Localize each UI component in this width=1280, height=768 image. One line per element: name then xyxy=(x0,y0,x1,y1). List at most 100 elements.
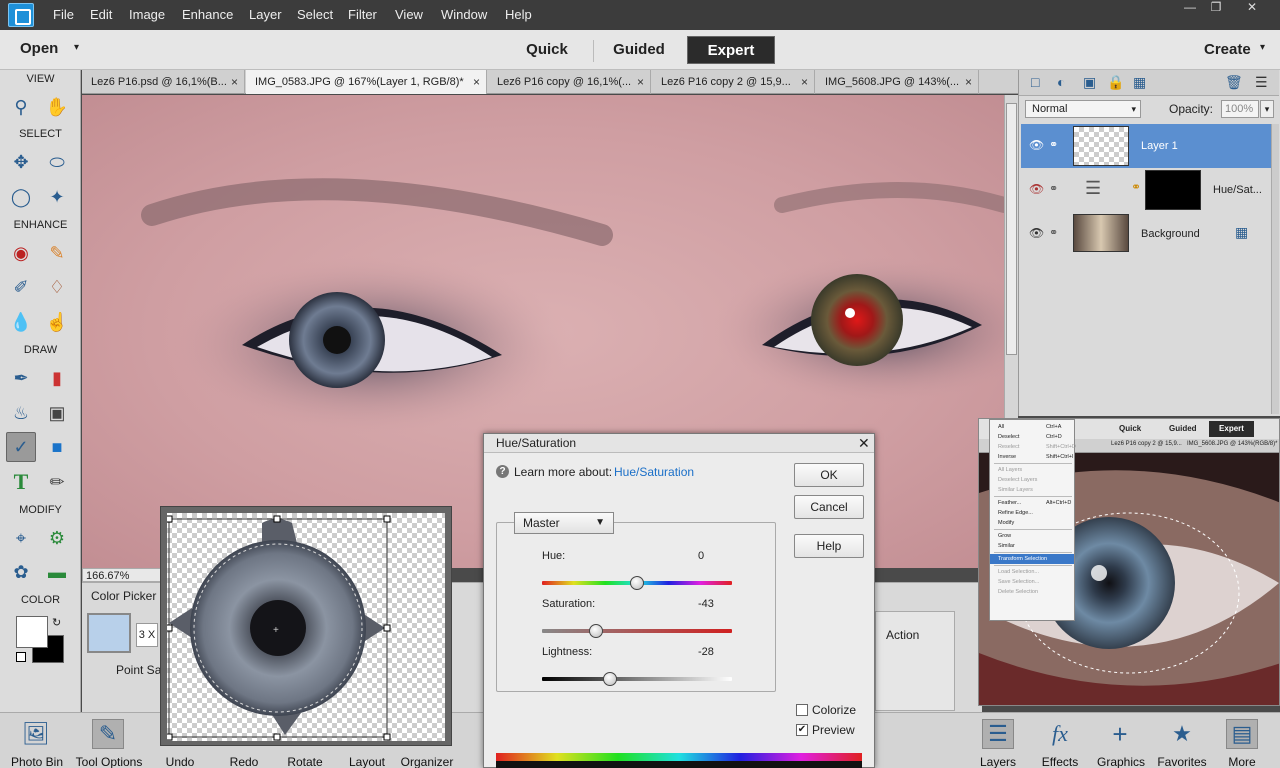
menu-layer[interactable]: Layer xyxy=(249,7,282,22)
lasso-tool-icon[interactable]: ◯ xyxy=(6,182,36,212)
marquee-tool-icon[interactable]: ⬭ xyxy=(42,147,72,177)
tool-options-icon[interactable]: ✎ xyxy=(92,719,124,749)
visibility-eye-icon[interactable]: 👁 xyxy=(1029,226,1044,240)
paint-bucket-icon[interactable]: ♨ xyxy=(6,398,36,428)
favorites-icon[interactable]: ★ xyxy=(1166,719,1198,749)
lightness-slider-track[interactable] xyxy=(542,677,732,681)
select-menu-item[interactable]: Grow xyxy=(990,531,1074,541)
link-icon[interactable]: ⚭ xyxy=(1049,226,1058,239)
doc-tab[interactable]: Lez6 P16 copy 2 @ 15,9... × xyxy=(652,70,815,94)
layout-button[interactable]: Layout xyxy=(345,755,389,768)
blend-mode-select[interactable]: Normal ▾ xyxy=(1025,100,1141,118)
select-menu-item[interactable]: Load Selection... xyxy=(990,567,1074,577)
tab-quick[interactable]: Quick xyxy=(514,36,580,64)
menu-image[interactable]: Image xyxy=(129,7,165,22)
layer-mask-icon[interactable]: ▣ xyxy=(1083,74,1096,91)
tab-expert[interactable]: Expert xyxy=(687,36,775,64)
graphics-icon[interactable]: + xyxy=(1104,719,1136,749)
menu-enhance[interactable]: Enhance xyxy=(182,7,233,22)
preview-checkbox[interactable]: ✔ xyxy=(796,724,808,736)
layers-icon[interactable]: ☰ xyxy=(982,719,1014,749)
select-menu-item[interactable]: Transform Selection xyxy=(990,554,1074,564)
eyedropper-tool-icon[interactable]: ✓ xyxy=(6,432,36,462)
swap-colors-icon[interactable]: ↻ xyxy=(52,616,61,629)
undo-button[interactable]: Undo xyxy=(160,755,200,768)
brush-tool-icon[interactable]: ✒ xyxy=(6,363,36,393)
pencil-tool-icon[interactable]: ✏ xyxy=(42,467,72,497)
type-tool-icon[interactable]: T xyxy=(6,467,36,497)
graphics-button[interactable]: Graphics xyxy=(1094,755,1148,768)
shape-tool-icon[interactable]: ■ xyxy=(42,432,72,462)
select-menu-item[interactable]: Save Selection... xyxy=(990,577,1074,587)
sample-size-field[interactable]: 3 X xyxy=(136,623,158,647)
select-menu-item[interactable]: Similar Layers xyxy=(990,485,1074,495)
doc-tab[interactable]: IMG_5608.JPG @ 143%(... × xyxy=(816,70,979,94)
tab-guided[interactable]: Guided xyxy=(603,36,675,64)
create-button[interactable]: Create xyxy=(1204,41,1251,58)
hue-slider-knob[interactable] xyxy=(630,576,644,590)
select-menu-item[interactable]: Deselect Layers xyxy=(990,475,1074,485)
saturation-slider-track[interactable] xyxy=(542,629,732,633)
organizer-button[interactable]: Organizer xyxy=(400,755,454,768)
transform-preview[interactable]: + xyxy=(160,506,452,746)
gradient-tool-icon[interactable]: ▣ xyxy=(42,398,72,428)
close-icon[interactable]: ✕ xyxy=(858,435,870,452)
restore-icon[interactable]: ❐ xyxy=(1204,0,1228,14)
chevron-down-icon[interactable]: ▾ xyxy=(74,42,79,53)
more-icon[interactable]: ▤ xyxy=(1226,719,1258,749)
select-menu-item[interactable]: All Ctrl+A xyxy=(990,422,1074,432)
content-aware-move-icon[interactable]: ✿ xyxy=(6,557,36,587)
eraser-tool-icon[interactable]: ▮ xyxy=(42,363,72,393)
select-menu-item[interactable]: Similar xyxy=(990,541,1074,551)
close-icon[interactable]: × xyxy=(637,70,644,94)
effects-button[interactable]: Effects xyxy=(1036,755,1084,768)
adjustment-layer-icon[interactable]: ◐ xyxy=(1057,74,1065,90)
layer-row-layer1[interactable]: 👁 ⚭ Layer 1 xyxy=(1021,124,1273,168)
rotate-button[interactable]: Rotate xyxy=(285,755,325,768)
move-tool-icon[interactable]: ✥ xyxy=(6,147,36,177)
foreground-color-swatch[interactable] xyxy=(16,616,48,648)
cancel-button[interactable]: Cancel xyxy=(794,495,864,519)
spot-healing-icon[interactable]: ✎ xyxy=(42,238,72,268)
learn-more-link[interactable]: Hue/Saturation xyxy=(614,465,694,479)
select-menu-item[interactable]: Reselect Shift+Ctrl+D xyxy=(990,442,1076,452)
chevron-down-icon[interactable]: ▾ xyxy=(1260,42,1265,53)
hand-tool-icon[interactable]: ✋ xyxy=(42,92,72,122)
red-eye-tool-icon[interactable]: ◉ xyxy=(6,238,36,268)
magic-wand-icon[interactable]: ✦ xyxy=(42,182,72,212)
clone-stamp-icon[interactable]: ♢ xyxy=(42,272,72,302)
photo-bin-button[interactable]: Photo Bin xyxy=(10,755,64,768)
photo-bin-icon[interactable]: 🖼 xyxy=(20,719,52,749)
close-icon[interactable]: ✕ xyxy=(1240,0,1264,14)
panel-menu-icon[interactable]: ☰ xyxy=(1255,74,1268,91)
open-button[interactable]: Open xyxy=(20,40,58,57)
select-menu-item[interactable]: Feather... Alt+Ctrl+D xyxy=(990,498,1074,508)
link-icon[interactable]: ⚭ xyxy=(1049,138,1058,151)
recompose-tool-icon[interactable]: ⚙ xyxy=(42,523,72,553)
blur-tool-icon[interactable]: 💧 xyxy=(6,307,36,337)
link-icon[interactable]: ⚭ xyxy=(1049,182,1058,195)
lock-all-icon[interactable]: ▦ xyxy=(1133,74,1146,91)
select-menu-item[interactable]: Refine Edge... xyxy=(990,508,1074,518)
effects-icon[interactable]: fx xyxy=(1044,719,1076,749)
close-icon[interactable]: × xyxy=(965,70,972,94)
menu-help[interactable]: Help xyxy=(505,7,532,22)
colorize-checkbox[interactable] xyxy=(796,704,808,716)
menu-edit[interactable]: Edit xyxy=(90,7,112,22)
favorites-button[interactable]: Favorites xyxy=(1156,755,1208,768)
action-tab[interactable]: Action xyxy=(886,628,919,642)
layers-scrollbar[interactable] xyxy=(1271,124,1279,414)
visibility-hidden-icon[interactable]: 👁 xyxy=(1029,182,1044,196)
zoom-tool-icon[interactable]: ⚲ xyxy=(6,92,36,122)
help-button[interactable]: Help xyxy=(794,534,864,558)
channel-select[interactable]: Master ▼ xyxy=(514,512,614,534)
menu-file[interactable]: File xyxy=(53,7,74,22)
scrollbar-thumb[interactable] xyxy=(1006,103,1017,355)
select-menu-item[interactable]: All Layers xyxy=(990,465,1074,475)
opacity-dropdown-icon[interactable]: ▾ xyxy=(1260,100,1274,118)
layer-row-background[interactable]: 👁 ⚭ Background ▦ xyxy=(1021,212,1273,256)
doc-tab-active[interactable]: IMG_0583.JPG @ 167%(Layer 1, RGB/8)* × xyxy=(246,70,487,94)
close-icon[interactable]: × xyxy=(801,70,808,94)
ok-button[interactable]: OK xyxy=(794,463,864,487)
smart-brush-icon[interactable]: ✐ xyxy=(6,272,36,302)
